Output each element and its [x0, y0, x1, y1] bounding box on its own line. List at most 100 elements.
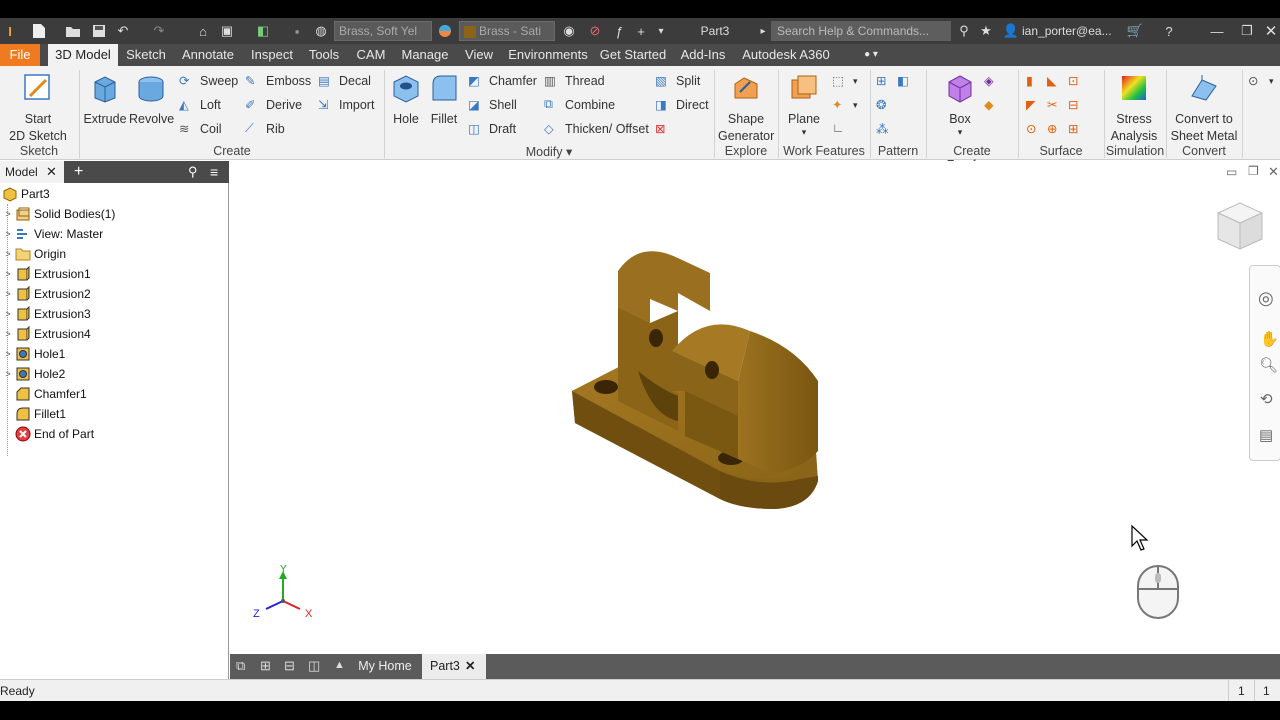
tree-item-extrusion3[interactable]: > Extrusion3: [0, 304, 91, 324]
tree-item-extrusion1[interactable]: > Extrusion1: [0, 264, 91, 284]
add-browser-tab-icon[interactable]: +: [74, 161, 88, 183]
tree-item-part3[interactable]: Part3: [0, 184, 50, 204]
point-button[interactable]: ✦ ▾: [832, 95, 858, 115]
steering-wheel-icon[interactable]: ◎: [1258, 288, 1274, 309]
parameters-icon[interactable]: ƒ: [610, 22, 628, 40]
decal-button[interactable]: ▤ Decal: [318, 71, 371, 91]
expander-icon[interactable]: >: [3, 289, 13, 299]
measure-icon[interactable]: +: [632, 22, 650, 40]
surface-row-1[interactable]: ▮ ◣ ⊡: [1026, 71, 1089, 91]
expander-icon[interactable]: >: [3, 329, 13, 339]
tab-file[interactable]: File: [0, 44, 40, 66]
box-button[interactable]: Box ▾: [938, 72, 982, 137]
tab-list-icon[interactable]: ▲: [334, 659, 345, 671]
tab-autodesk-a360[interactable]: Autodesk A360: [740, 44, 832, 66]
brass-bracket-model[interactable]: [560, 241, 830, 516]
expander-icon[interactable]: >: [3, 249, 13, 259]
extrude-button[interactable]: Extrude: [83, 72, 127, 128]
viewport-restore-icon[interactable]: ❐: [1248, 164, 1259, 178]
stress-analysis-button[interactable]: Stress Analysis: [1108, 72, 1160, 145]
binoculars-icon[interactable]: ⚲: [956, 22, 972, 40]
tab-overflow-icon[interactable]: ● ▾: [856, 44, 886, 66]
combine-button[interactable]: ⧉ Combine: [544, 95, 615, 115]
tab-manage[interactable]: Manage: [398, 44, 452, 66]
expander-icon[interactable]: >: [3, 269, 13, 279]
rectangular-pattern-button[interactable]: ⊞ ◧: [876, 71, 918, 91]
tab-part3[interactable]: Part3 ✕: [422, 654, 486, 679]
graphics-viewport[interactable]: ▭ ❐ ✕ ◎ ✋ 🔍︎ ⟲ ▤ Y X Z: [230, 161, 1280, 654]
vertical-tile-icon[interactable]: ◫: [308, 658, 320, 674]
favorites-star-icon[interactable]: ★: [978, 22, 994, 40]
browser-menu-icon[interactable]: ≡: [210, 161, 226, 183]
tree-item-origin[interactable]: > Origin: [0, 244, 66, 264]
surface-row-3[interactable]: ⊙ ⊕ ⊞: [1026, 119, 1089, 139]
rib-button[interactable]: ⟋ Rib: [245, 119, 285, 139]
tile-windows-icon[interactable]: ⊞: [260, 658, 271, 674]
coil-button[interactable]: ≋ Coil: [179, 119, 222, 139]
cascade-windows-icon[interactable]: ⧉: [236, 658, 245, 674]
undo-icon[interactable]: ↶: [114, 22, 132, 40]
loft-button[interactable]: ◭ Loft: [179, 95, 221, 115]
tree-item-extrusion2[interactable]: > Extrusion2: [0, 284, 91, 304]
expander-icon[interactable]: >: [3, 309, 13, 319]
title-arrow-icon[interactable]: ▸: [758, 22, 768, 40]
hole-button[interactable]: Hole: [388, 72, 424, 128]
tree-item-hole1[interactable]: > Hole1: [0, 344, 65, 364]
browser-search-icon[interactable]: ⚲: [188, 161, 204, 183]
start-2d-sketch-button[interactable]: Start 2D Sketch: [6, 72, 70, 145]
tree-item-view-master[interactable]: > View: Master: [0, 224, 103, 244]
expander-icon[interactable]: >: [3, 229, 13, 239]
tab-my-home[interactable]: My Home: [352, 654, 418, 679]
close-window-icon[interactable]: ✕: [1262, 22, 1280, 40]
cart-icon[interactable]: 🛒: [1126, 22, 1144, 40]
tab-add-ins[interactable]: Add-Ins: [676, 44, 730, 66]
tab-get-started[interactable]: Get Started: [598, 44, 668, 66]
revolve-button[interactable]: Revolve: [129, 72, 174, 128]
surface-row-2[interactable]: ◤ ✂ ⊟: [1026, 95, 1089, 115]
zoom-icon[interactable]: 🔍︎: [1259, 356, 1278, 374]
search-help-input[interactable]: Search Help & Commands...: [771, 21, 951, 41]
split-button[interactable]: ▧ Split: [655, 71, 700, 91]
browser-tab-model[interactable]: Model ✕: [0, 161, 64, 183]
direct-button[interactable]: ◨ Direct: [655, 95, 709, 115]
expander-icon[interactable]: >: [3, 209, 13, 219]
sketch-pattern-button[interactable]: ⁂: [876, 119, 897, 139]
expander-icon[interactable]: >: [3, 349, 13, 359]
sweep-button[interactable]: ⟳ Sweep: [179, 71, 238, 91]
pan-icon[interactable]: ✋: [1260, 330, 1279, 348]
freeform-convert-button[interactable]: ◆: [984, 95, 1005, 115]
qat-customize-icon[interactable]: ▾: [654, 22, 668, 40]
tab-3d-model[interactable]: 3D Model: [48, 44, 118, 66]
convert-sheet-metal-button[interactable]: Convert to Sheet Metal: [1168, 72, 1240, 145]
freeform-face-button[interactable]: ◈: [984, 71, 1005, 91]
delete-face-button[interactable]: ⊠: [655, 119, 676, 139]
tree-item-chamfer1[interactable]: Chamfer1: [0, 384, 87, 404]
tab-tools[interactable]: Tools: [306, 44, 342, 66]
viewport-minimize-icon[interactable]: ▭: [1226, 165, 1237, 179]
orbit-icon[interactable]: ⟲: [1260, 390, 1273, 408]
redo-icon[interactable]: ↷: [150, 22, 168, 40]
viewport-close-icon[interactable]: ✕: [1268, 164, 1279, 180]
adaptive-icon[interactable]: ▪: [288, 22, 306, 40]
close-tab-icon[interactable]: ✕: [465, 654, 475, 679]
ucs-button[interactable]: ∟: [832, 119, 853, 139]
plane-button[interactable]: Plane ▾: [782, 72, 826, 137]
tab-sketch[interactable]: Sketch: [124, 44, 168, 66]
tab-inspect[interactable]: Inspect: [246, 44, 298, 66]
chamfer-button[interactable]: ◩ Chamfer: [468, 71, 537, 91]
fillet-button[interactable]: Fillet: [426, 72, 462, 128]
material-dropdown[interactable]: Brass, Soft Yel: [334, 21, 432, 41]
axis-button[interactable]: ⬚ ▾: [832, 71, 858, 91]
plane-dropdown-icon[interactable]: ▾: [782, 128, 826, 137]
appearance-dropdown[interactable]: Brass - Sati: [459, 21, 555, 41]
new-file-icon[interactable]: [30, 22, 48, 40]
minimize-icon[interactable]: —: [1208, 22, 1226, 40]
home-icon[interactable]: ⌂: [194, 22, 212, 40]
select-icon[interactable]: ▣: [218, 22, 236, 40]
box-dropdown-icon[interactable]: ▾: [938, 128, 982, 137]
tree-item-solid-bodies[interactable]: > Solid Bodies(1): [0, 204, 115, 224]
emboss-button[interactable]: ✎ Emboss: [245, 71, 311, 91]
save-icon[interactable]: [90, 22, 108, 40]
tab-environments[interactable]: Environments: [506, 44, 590, 66]
tree-item-fillet1[interactable]: Fillet1: [0, 404, 66, 424]
